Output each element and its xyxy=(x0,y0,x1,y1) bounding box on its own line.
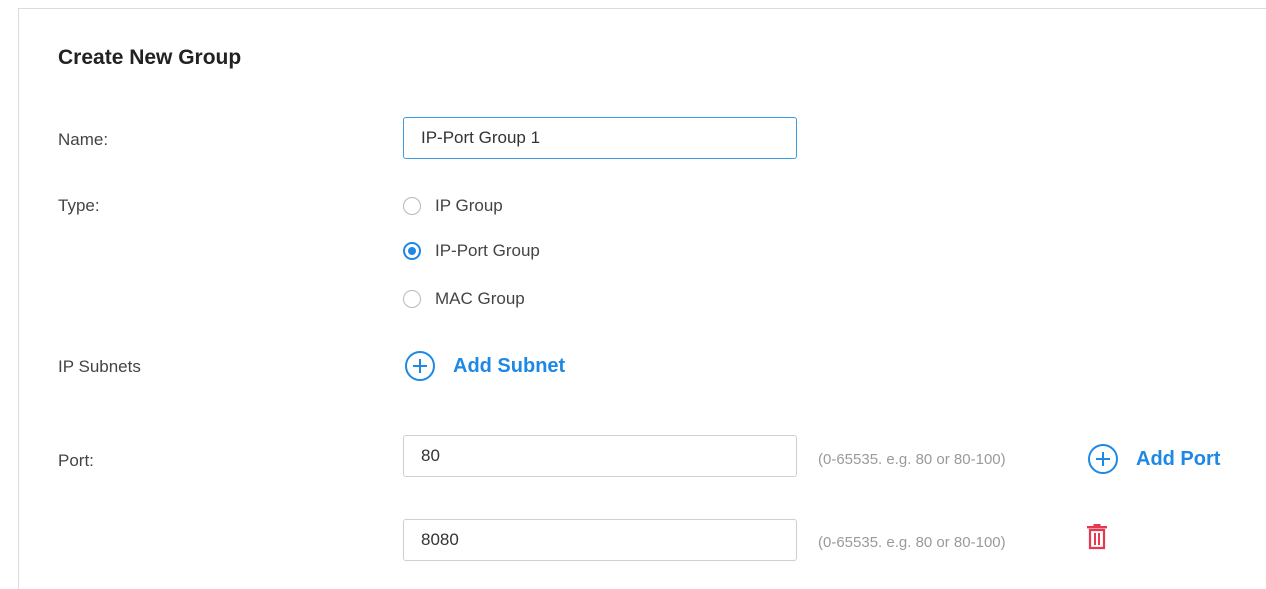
add-port-label: Add Port xyxy=(1136,447,1221,470)
radio-button-ip-port-group[interactable] xyxy=(403,242,421,260)
add-subnet-label: Add Subnet xyxy=(453,354,566,377)
type-label: Type: xyxy=(58,196,100,215)
port-label: Port: xyxy=(58,451,94,470)
plus-circle-icon xyxy=(1088,444,1118,474)
radio-label-mac-group: MAC Group xyxy=(435,289,525,308)
radio-mac-group[interactable]: MAC Group xyxy=(403,287,525,311)
create-group-panel xyxy=(18,8,1266,589)
radio-ip-group[interactable]: IP Group xyxy=(403,194,503,218)
form-title: Create New Group xyxy=(58,46,242,69)
radio-label-ip-group: IP Group xyxy=(435,196,503,215)
radio-button-mac-group[interactable] xyxy=(403,290,421,308)
port-input-2[interactable]: 8080 xyxy=(403,519,797,561)
plus-circle-icon xyxy=(405,351,435,381)
trash-icon xyxy=(1087,524,1107,550)
add-subnet-button[interactable]: Add Subnet xyxy=(405,351,565,381)
port-hint-1: (0-65535. e.g. 80 or 80-100) xyxy=(818,451,1006,468)
radio-ip-port-group[interactable]: IP-Port Group xyxy=(403,239,540,263)
port-hint-2: (0-65535. e.g. 80 or 80-100) xyxy=(818,534,1006,551)
name-label: Name: xyxy=(58,130,109,149)
name-input-value: IP-Port Group 1 xyxy=(421,128,541,147)
radio-label-ip-port-group: IP-Port Group xyxy=(435,241,540,260)
name-input[interactable]: IP-Port Group 1 xyxy=(403,117,797,159)
radio-button-ip-group[interactable] xyxy=(403,197,421,215)
ip-subnets-label: IP Subnets xyxy=(58,357,141,376)
port-input-2-value: 8080 xyxy=(421,530,459,549)
delete-port-button[interactable] xyxy=(1086,524,1108,550)
port-input-1-value: 80 xyxy=(421,446,440,465)
add-port-button[interactable]: Add Port xyxy=(1088,444,1220,474)
port-input-1[interactable]: 80 xyxy=(403,435,797,477)
